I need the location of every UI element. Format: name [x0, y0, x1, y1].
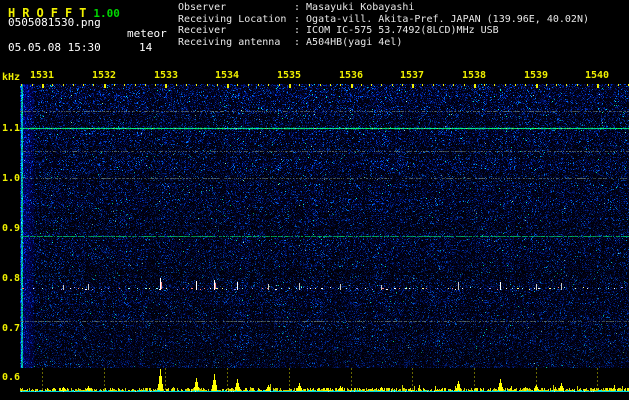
info-label: Receiving Location — [178, 13, 287, 25]
info-label: Receiver — [178, 25, 227, 36]
time-tick-label: 1531 — [29, 70, 55, 81]
freq-tick-label: 1.1 — [2, 123, 21, 134]
info-value: A504HB(yagi 4el) — [306, 36, 403, 48]
signal-strip-canvas — [20, 368, 629, 400]
info-colon: : — [294, 36, 301, 48]
freq-tick-label: 0.8 — [2, 273, 21, 284]
mode-label: meteor — [127, 27, 167, 40]
spectrogram-canvas — [20, 84, 629, 368]
freq-unit-label: kHz — [2, 72, 21, 83]
time-tick-label: 1532 — [91, 70, 117, 81]
info-row-observer: Observer: Masayuki Kobayashi — [178, 2, 589, 14]
time-tick-label: 1534 — [214, 70, 240, 81]
info-label: Receiving antenna — [178, 36, 281, 48]
info-label: Observer — [178, 2, 227, 13]
info-value: Ogata-vill. Akita-Pref. JAPAN (139.96E, … — [306, 13, 589, 25]
time-tick-label: 1535 — [276, 70, 302, 81]
time-tick-label: 1536 — [338, 70, 364, 81]
output-filename: 0505081530.png — [8, 16, 101, 29]
time-tick-label: 1533 — [153, 70, 179, 81]
freq-tick-label: 0.9 — [2, 223, 21, 234]
time-tick-label: 1539 — [523, 70, 549, 81]
time-tick-label: 1540 — [584, 70, 610, 81]
info-colon: : — [294, 2, 301, 13]
freq-tick-label: 0.6 — [2, 372, 21, 383]
station-info: Observer: Masayuki Kobayashi Receiving Lo… — [178, 2, 589, 48]
time-tick-label: 1537 — [399, 70, 425, 81]
info-colon: : — [294, 13, 301, 25]
time-tick-label: 1538 — [461, 70, 487, 81]
freq-tick-label: 0.7 — [2, 323, 21, 334]
hrofft-screen: H R O F F T 1.00 0505081530.png meteor 05.05.0… — [0, 0, 629, 400]
info-value: Masayuki Kobayashi — [306, 2, 415, 13]
info-value: ICOM IC-575 53.7492(8LCD)MHz USB — [306, 25, 499, 36]
echo-count: 14 — [139, 41, 153, 54]
info-row-location: Receiving Location: Ogata-vill. Akita-Pre… — [178, 14, 589, 26]
freq-tick-label: 1.0 — [2, 173, 21, 184]
info-colon: : — [294, 25, 301, 36]
record-datetime: 05.05.08 15:30 — [8, 41, 101, 54]
info-row-receiver: Receiver: ICOM IC-575 53.7492(8LCD)MHz US… — [178, 25, 589, 37]
info-row-antenna: Receiving antenna: A504HB(yagi 4el) — [178, 37, 589, 49]
